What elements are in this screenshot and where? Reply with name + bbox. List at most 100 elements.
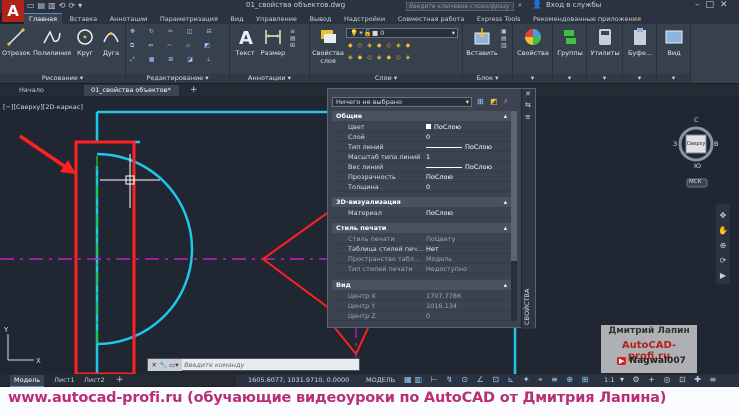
window-controls[interactable]: –□✕ [695, 0, 734, 10]
property-row[interactable]: Цвет ПоСлою [332, 122, 511, 132]
viewcube-west[interactable]: З [673, 140, 677, 148]
annotation-panel: A Текст Размер ≡ ▤ ⊞ Аннотации ▾ [230, 24, 310, 84]
viewcube-south[interactable]: Ю [694, 162, 701, 170]
select-objects-icon[interactable]: ◩ [490, 97, 498, 106]
modify-panel-title[interactable]: Редактирование ▾ [126, 74, 229, 83]
annotation-panel-title[interactable]: Аннотации ▾ [230, 74, 309, 83]
section-3d-visualization[interactable]: 3D-визуализация ▴ [332, 197, 511, 207]
property-row[interactable]: Центр Y 1016.134 [332, 301, 511, 311]
modify-tools-row-1[interactable]: ✥ ↻ ✂ ◫ ⊟ [130, 28, 217, 36]
ribbon: Отрезок Полилиния Круг Дуга Рисование ▾ … [0, 24, 739, 84]
property-row[interactable]: Вес линий ПоСлою [332, 162, 511, 172]
layer-properties-tool[interactable]: Свойства слоя [312, 27, 344, 65]
quick-access-toolbar[interactable]: ▭▤▥⟲⟳▾ [27, 1, 85, 10]
palette-scrollbar[interactable] [511, 111, 517, 321]
tab-layout2[interactable]: Лист2 [80, 375, 109, 386]
clipboard-expander[interactable]: ▾ [623, 74, 656, 83]
color-wheel-icon [525, 29, 541, 45]
red-triangle [261, 210, 331, 310]
coordinates-readout[interactable]: 1605.6077, 1031.9710, 0.0000 [248, 376, 349, 384]
navigation-bar[interactable]: ✥ ✋ ⊕ ⟳ ▶ [717, 208, 729, 283]
search-input[interactable]: Введите ключевое слово/фразу [406, 2, 514, 11]
property-row[interactable]: Центр X 1707.7786 [332, 291, 511, 301]
autocad-logo[interactable]: A [2, 0, 24, 22]
block-panel: Вставить ▣ ▤ ▥ Блок ▾ [463, 24, 513, 84]
groups-expander[interactable]: ▾ [553, 74, 586, 83]
text-icon: A [239, 28, 253, 47]
selection-dropdown[interactable]: Ничего не выбрано ▾ [332, 97, 472, 107]
modify-panel: ✥ ↻ ✂ ◫ ⊟ ⧉ ⇔ ⌒ ▱ ◩ ⤢ ▦ ⊞ ◪ ⟂ Редактиров… [126, 24, 230, 84]
layers-panel-title[interactable]: Слои ▾ [310, 74, 462, 83]
property-row[interactable]: Масштаб типа линий 1 [332, 152, 511, 162]
tab-start[interactable]: Начало [12, 85, 51, 96]
modify-tools-row-3[interactable]: ⤢ ▦ ⊞ ◪ ⟂ [130, 56, 217, 64]
viewcube-east[interactable]: В [714, 140, 718, 148]
property-row[interactable]: Таблица стилей печ... Нет [332, 244, 511, 254]
user-icon[interactable]: 👤 [532, 0, 542, 9]
viewport-controls[interactable]: [−][Сверху][2D-каркас] [3, 103, 83, 111]
property-row[interactable]: Тип стилей печати Недоступно [332, 264, 511, 274]
draw-panel-title[interactable]: Рисование ▾ [0, 74, 125, 83]
wcs-menu[interactable]: МСК [689, 179, 702, 185]
command-line[interactable]: ✕ 🔧 ▭▾ Введите команду [147, 358, 360, 371]
groups-tool[interactable]: Группы [553, 27, 587, 57]
utilities-expander[interactable]: ▾ [587, 74, 622, 83]
tab-drawing[interactable]: 01_свойства объектов* ✕ [84, 85, 179, 105]
command-line-tools[interactable]: ✕ 🔧 ▭▾ [148, 359, 182, 371]
modify-tools-row-2[interactable]: ⧉ ⇔ ⌒ ▱ ◩ [130, 42, 216, 50]
tab-layout1[interactable]: Лист1 [50, 375, 79, 386]
polyline-tool[interactable]: Полилиния [32, 27, 72, 57]
toggle-pickadd-icon[interactable]: ⊞ [477, 97, 484, 106]
annotation-scale[interactable]: 1:1 [604, 376, 614, 384]
property-row[interactable]: Материал ПоСлою [332, 208, 511, 218]
property-row[interactable]: Пространство табл... Модель [332, 254, 511, 264]
properties-tool[interactable]: Свойства [513, 27, 553, 57]
clipboard-tool[interactable]: Буфе... [623, 27, 657, 57]
view-expander[interactable]: ▾ [657, 74, 690, 83]
signin-button[interactable]: Вход в службы [546, 1, 601, 9]
search-icon[interactable]: ⌕ [518, 1, 522, 10]
command-input[interactable]: Введите команду [184, 361, 244, 369]
property-row[interactable]: Тип линий ПоСлою [332, 142, 511, 152]
section-view[interactable]: Вид ▴ [332, 280, 511, 290]
ribbon-tabs: Главная Вставка Аннотации Параметризация… [24, 13, 739, 25]
line-tool[interactable]: Отрезок [2, 27, 30, 57]
view-tool[interactable]: Вид [657, 27, 691, 57]
layer-tools-row-1[interactable]: ◆◇◈◆◇◈◆ [348, 42, 415, 50]
tab-model[interactable]: Модель [10, 375, 45, 387]
insert-block-tool[interactable]: Вставить [466, 27, 498, 57]
property-row[interactable]: Прозрачность ПоСлою [332, 172, 511, 182]
utilities-tool[interactable]: Утилиты [587, 27, 623, 57]
properties-expander[interactable]: ▾ [513, 74, 552, 83]
viewcube-top-face[interactable]: Сверху [686, 141, 706, 147]
groups-panel: Группы ▾ [553, 24, 587, 84]
block-panel-title[interactable]: Блок ▾ [463, 74, 512, 83]
drafting-toggles[interactable]: ▦▥ ⊢ ↯ ⊙ ∠ ⊡ ⊾ ✦ ⌖ ≡ ⊕ ⊞ [404, 375, 591, 385]
circle-tool[interactable]: Круг [74, 27, 96, 57]
new-tab-button[interactable]: + [183, 85, 205, 96]
property-row[interactable]: Слой 0 [332, 132, 511, 142]
color-swatch [426, 124, 431, 129]
layer-dropdown[interactable]: 💡☀🔓■ 0 ▾ [346, 28, 458, 38]
section-plot-style[interactable]: Стиль печати ▴ [332, 223, 511, 233]
property-row[interactable]: Толщина 0 [332, 182, 511, 192]
title-bar: 01_свойства объектов.dwg Введите ключево… [0, 0, 739, 13]
property-row[interactable]: Центр Z0 [332, 311, 511, 321]
palette-titlebar[interactable]: ✕ ⇆ ≡ СВОЙСТВА [521, 89, 535, 329]
model-space-toggle[interactable]: МОДЕЛЬ [366, 376, 395, 384]
text-tool[interactable]: A Текст [233, 27, 257, 57]
block-extra-icons[interactable]: ▣ ▤ ▥ [501, 28, 507, 49]
layer-tools-row-2[interactable]: ◈◆◇◈◆◇◈ [348, 54, 415, 62]
property-row[interactable]: Стиль печати ПоЦвету [332, 234, 511, 244]
arc-tool[interactable]: Дуга [99, 27, 123, 57]
add-layout-button[interactable]: + [112, 375, 128, 386]
youtube-icon: ▶ [617, 357, 627, 365]
status-tools[interactable]: ▾ ⚙ + ◎ ⊡ ✚ ≡ [620, 375, 719, 384]
dimension-tool[interactable]: Размер [259, 27, 287, 57]
layers-panel: Свойства слоя 💡☀🔓■ 0 ▾ ◆◇◈◆◇◈◆ ◈◆◇◈◆◇◈ Сл… [310, 24, 463, 84]
svg-text:A: A [239, 28, 253, 47]
section-general[interactable]: Общие ▴ [332, 111, 511, 121]
quick-select-icon[interactable]: ⚡ [503, 97, 509, 106]
viewcube-north[interactable]: С [694, 116, 699, 124]
annotation-extra-icons[interactable]: ≡ ▤ ⊞ [290, 28, 296, 49]
